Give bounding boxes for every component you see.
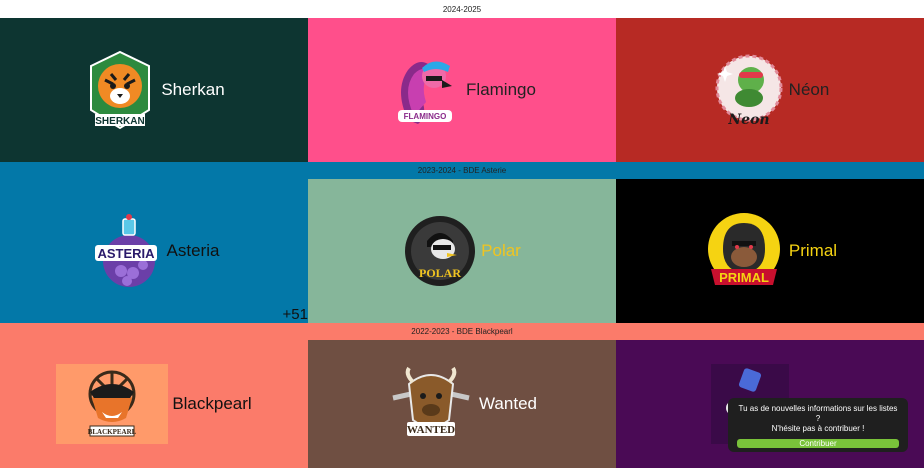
bison-logo-icon: WANTED bbox=[387, 364, 475, 444]
contribute-button[interactable]: Contribuer bbox=[737, 439, 899, 448]
list-tile-blackpearl[interactable]: BLACKPEARL Blackpearl bbox=[0, 340, 308, 468]
more-lists-count[interactable]: +51 bbox=[283, 306, 308, 323]
list-name: Flamingo bbox=[466, 80, 536, 99]
svg-text:WANTED: WANTED bbox=[407, 424, 455, 436]
list-tile-flamingo[interactable]: FLAMINGO Flamingo bbox=[308, 18, 616, 162]
year-row-2024-2025: SHERKAN Sherkan FLAMINGO Flamingo Neon N… bbox=[0, 18, 924, 162]
list-tile-asteria[interactable]: ASTERIA Asteria +51 bbox=[0, 179, 308, 323]
svg-text:POLAR: POLAR bbox=[419, 266, 461, 280]
list-tile-polar[interactable]: POLAR Polar bbox=[308, 179, 616, 323]
list-name: Blackpearl bbox=[172, 394, 252, 413]
potion-logo-icon: ASTERIA bbox=[89, 211, 163, 291]
penguin-logo-icon: POLAR bbox=[403, 211, 477, 291]
svg-text:BLACKPEARL: BLACKPEARL bbox=[88, 428, 137, 436]
list-tile-neon[interactable]: Neon Néon bbox=[616, 18, 924, 162]
toast-message-line1: Tu as de nouvelles informations sur les … bbox=[738, 404, 898, 423]
year-label: 2023-2024 - BDE Asterie bbox=[417, 166, 507, 175]
fox-pirate-logo-icon: BLACKPEARL bbox=[56, 364, 169, 444]
svg-text:Neon: Neon bbox=[727, 112, 769, 128]
tiger-logo-icon: SHERKAN bbox=[83, 50, 157, 130]
svg-text:SHERKAN: SHERKAN bbox=[96, 116, 145, 127]
list-tile-wanted[interactable]: WANTED Wanted bbox=[308, 340, 616, 468]
svg-text:ASTERIA: ASTERIA bbox=[97, 246, 155, 261]
gorilla-logo-icon: PRIMAL bbox=[703, 211, 785, 291]
year-header-2023-2024: 2023-2024 - BDE Asterie bbox=[0, 162, 924, 179]
list-tile-sherkan[interactable]: SHERKAN Sherkan bbox=[0, 18, 308, 162]
list-name: Sherkan bbox=[161, 80, 225, 99]
year-label: 2022-2023 - BDE Blackpearl bbox=[411, 327, 513, 336]
list-name: Polar bbox=[481, 241, 521, 260]
flamingo-logo-icon: FLAMINGO bbox=[388, 50, 462, 130]
year-header-2024-2025: 2024-2025 bbox=[0, 0, 924, 18]
list-tile-primal[interactable]: PRIMAL Primal bbox=[616, 179, 924, 323]
turtle-logo-icon: Neon bbox=[711, 50, 785, 130]
year-header-2022-2023: 2022-2023 - BDE Blackpearl bbox=[0, 323, 924, 340]
list-name: Wanted bbox=[479, 394, 537, 413]
list-name: Asteria bbox=[166, 241, 220, 260]
svg-text:PRIMAL: PRIMAL bbox=[719, 270, 769, 285]
svg-text:FLAMINGO: FLAMINGO bbox=[404, 112, 447, 121]
toast-message-line2: N'hésite pas à contribuer ! bbox=[771, 424, 865, 433]
list-name: Néon bbox=[788, 80, 830, 99]
contribute-toast: Tu as de nouvelles informations sur les … bbox=[728, 398, 908, 452]
year-row-2023-2024: ASTERIA Asteria +51 POLAR Polar PRIMAL P… bbox=[0, 179, 924, 323]
list-name: Primal bbox=[788, 241, 838, 260]
year-label: 2024-2025 bbox=[442, 4, 482, 14]
